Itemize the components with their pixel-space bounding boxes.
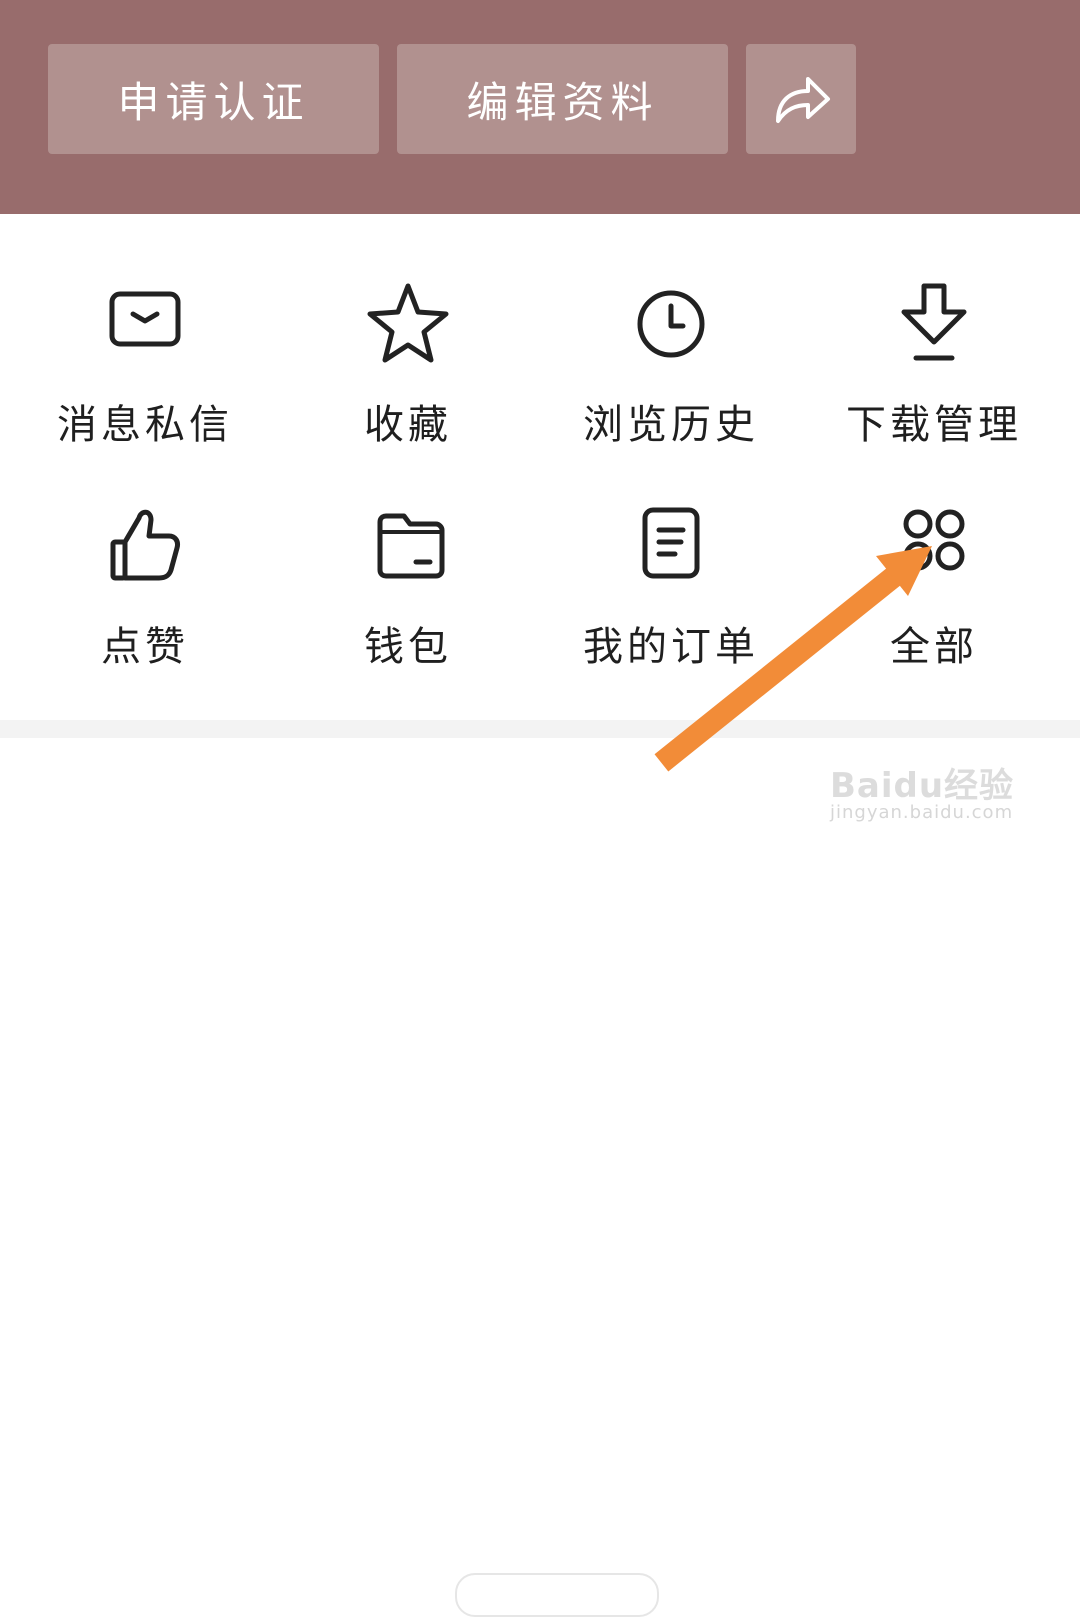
star-icon — [367, 283, 449, 363]
clock-icon — [637, 290, 705, 358]
shortcut-grid: 消息私信 收藏 浏览历史 下载管理 点赞 钱包 我的订单 全部 — [0, 214, 1080, 720]
section-divider — [0, 720, 1080, 738]
edit-profile-button[interactable]: 编辑资料 — [397, 44, 728, 154]
bottom-pill — [455, 1573, 659, 1617]
grid-item-likes[interactable]: 点赞 — [10, 496, 280, 696]
grid-item-label: 下载管理 — [846, 402, 1022, 448]
grid-item-orders[interactable]: 我的订单 — [536, 496, 806, 696]
grid-item-downloads[interactable]: 下载管理 — [799, 274, 1069, 474]
grid-dots-icon — [903, 509, 965, 571]
share-icon — [776, 77, 830, 123]
watermark-brand: Baidu经验 — [830, 766, 1015, 806]
grid-item-history[interactable]: 浏览历史 — [536, 274, 806, 474]
grid-item-wallet[interactable]: 钱包 — [273, 496, 543, 696]
grid-item-label: 收藏 — [364, 402, 452, 448]
profile-header: 申请认证 编辑资料 — [0, 0, 1080, 214]
wallet-icon — [377, 513, 445, 579]
grid-item-all[interactable]: 全部 — [799, 496, 1069, 696]
apply-verification-button[interactable]: 申请认证 — [48, 44, 379, 154]
apply-verification-label: 申请认证 — [117, 77, 310, 127]
grid-item-label: 点赞 — [101, 624, 189, 670]
thumbs-up-icon — [110, 509, 180, 581]
grid-item-label: 钱包 — [364, 624, 452, 670]
grid-item-label: 我的订单 — [583, 624, 759, 670]
grid-item-label: 浏览历史 — [583, 402, 759, 448]
share-button[interactable] — [746, 44, 856, 154]
order-icon — [642, 507, 700, 579]
download-icon — [901, 283, 967, 361]
mail-icon — [109, 291, 181, 347]
grid-item-label: 全部 — [890, 624, 978, 670]
grid-item-messages[interactable]: 消息私信 — [10, 274, 280, 474]
grid-item-favorites[interactable]: 收藏 — [273, 274, 543, 474]
grid-item-label: 消息私信 — [57, 402, 233, 448]
edit-profile-label: 编辑资料 — [466, 77, 659, 127]
watermark-url: jingyan.baidu.com — [830, 802, 1014, 823]
baidu-watermark: Baidu经验 jingyan.baidu.com — [830, 740, 1030, 830]
